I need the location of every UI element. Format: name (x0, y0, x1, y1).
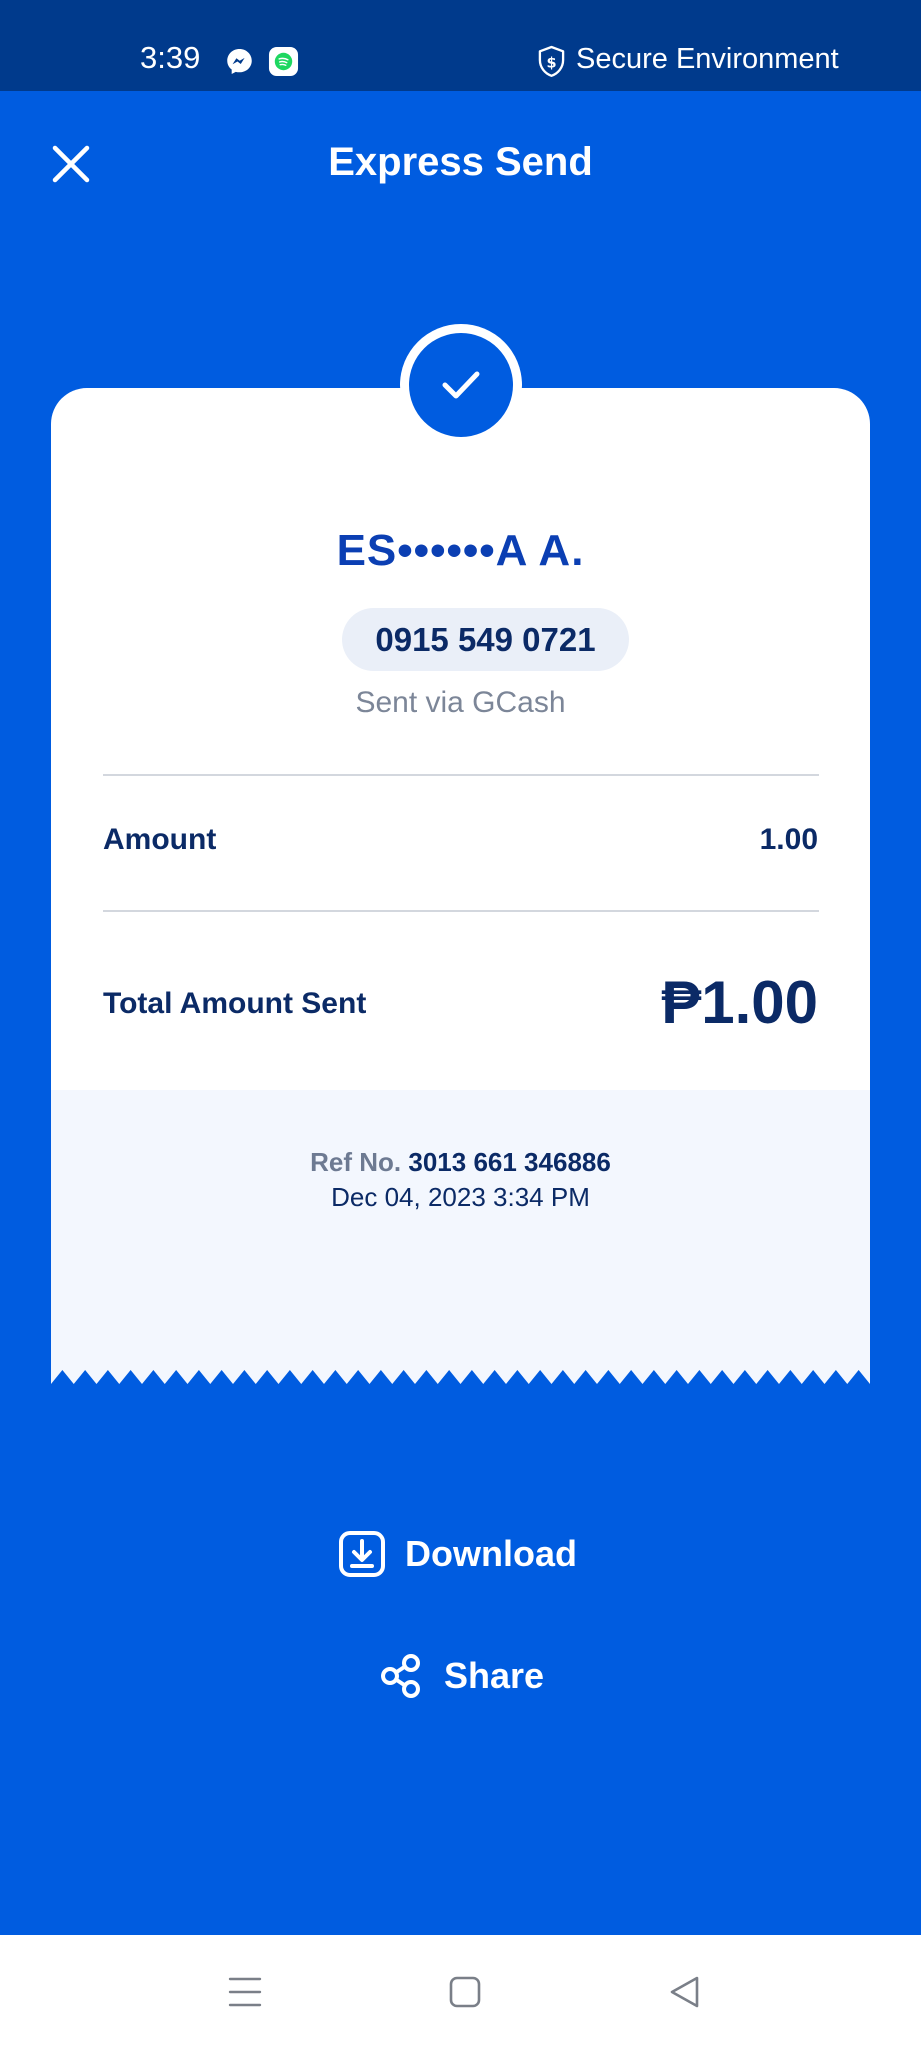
receipt-torn-edge (51, 1370, 870, 1384)
receipt-reference-panel (51, 1090, 870, 1384)
page-title: Express Send (328, 140, 593, 184)
share-button[interactable]: Share (377, 1650, 544, 1702)
total-amount-value: ₱1.00 (661, 969, 818, 1036)
divider (103, 774, 819, 776)
recipient-name: ES••••••A A. (336, 526, 585, 575)
system-nav-bar (0, 1935, 921, 2048)
total-amount-label: Total Amount Sent (103, 987, 367, 1020)
shield-dollar-icon: $ (538, 45, 565, 77)
download-label: Download (405, 1533, 577, 1574)
express-send-receipt-screen: 3:39 $ Secure Environment Express Send E… (0, 0, 921, 2048)
check-icon (442, 371, 480, 399)
transaction-datetime: Dec 04, 2023 3:34 PM (331, 1182, 590, 1212)
chat-app-icon (268, 46, 299, 77)
sent-via-label: Sent via GCash (355, 686, 566, 719)
status-bar: 3:39 $ Secure Environment (0, 0, 921, 91)
secure-environment-label: Secure Environment (576, 43, 839, 75)
reference-label: Ref No. (310, 1147, 402, 1177)
reference-number: 3013 661 346886 (408, 1147, 611, 1177)
recipient-number-pill: 0915 549 0721 (342, 608, 629, 671)
amount-value: 1.00 (759, 823, 818, 856)
amount-label: Amount (103, 823, 217, 856)
recipient-number: 0915 549 0721 (375, 620, 596, 658)
home-square-icon[interactable] (449, 1976, 481, 2008)
download-icon (339, 1531, 385, 1577)
share-label: Share (444, 1655, 545, 1696)
download-button[interactable]: Download (338, 1528, 577, 1580)
back-triangle-icon[interactable] (668, 1975, 700, 2009)
svg-text:$: $ (546, 55, 556, 71)
reference-number-line: Ref No. 3013 661 346886 (0, 1147, 921, 1178)
divider (103, 910, 819, 912)
messenger-icon (227, 48, 252, 75)
status-time: 3:39 (140, 40, 201, 75)
menu-icon[interactable] (228, 1976, 262, 2008)
success-badge (400, 324, 522, 446)
share-icon (381, 1654, 420, 1698)
